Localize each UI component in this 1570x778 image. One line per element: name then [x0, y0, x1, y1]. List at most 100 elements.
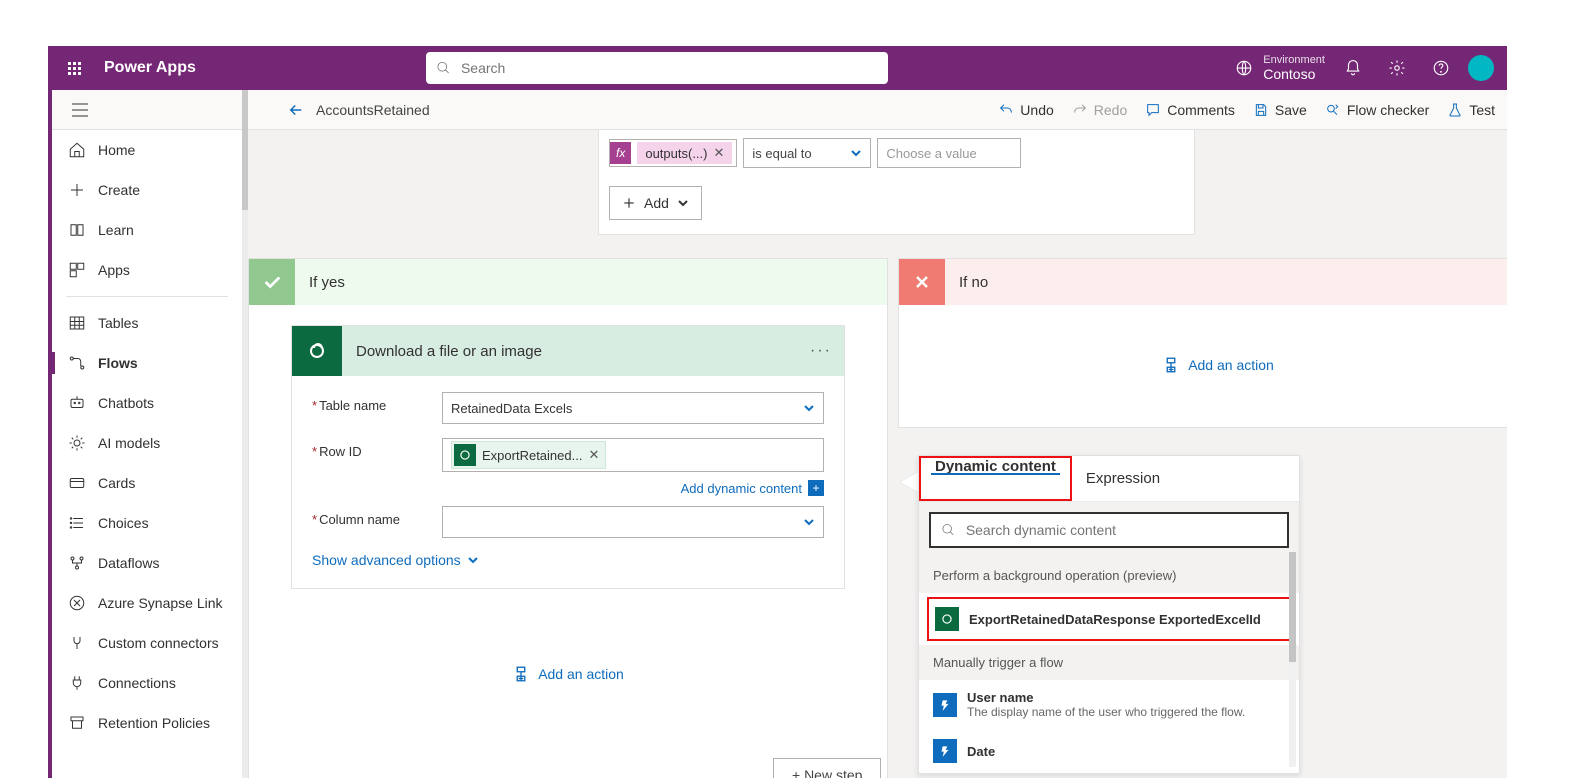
- dataverse-icon: [305, 339, 329, 363]
- condition-left-operand[interactable]: fx outputs(...) ✕: [609, 139, 737, 167]
- plus-badge-icon: +: [808, 480, 824, 496]
- sidebar-item-synapse[interactable]: Azure Synapse Link: [52, 583, 242, 623]
- help-button[interactable]: [1419, 46, 1463, 90]
- help-icon: [1432, 59, 1450, 77]
- condition-card: fx outputs(...) ✕ is equal to Choose a v…: [598, 130, 1195, 235]
- row-id-input[interactable]: ExportRetained... ✕: [442, 438, 824, 472]
- sidebar-item-choices[interactable]: Choices: [52, 503, 242, 543]
- dynamic-content-popout: Dynamic content Expression Perform a bac…: [918, 455, 1300, 774]
- test-button[interactable]: Test: [1447, 102, 1495, 118]
- sidebar-item-apps[interactable]: Apps: [52, 250, 242, 290]
- apps-icon: [68, 261, 86, 279]
- action-more-button[interactable]: ···: [810, 342, 832, 360]
- settings-button[interactable]: [1375, 46, 1419, 90]
- connector-icon: [68, 634, 86, 652]
- environment-value: Contoso: [1263, 66, 1325, 82]
- environment-picker[interactable]: Environment Contoso: [1235, 54, 1331, 82]
- fx-badge-icon: fx: [610, 142, 631, 164]
- chevron-down-icon: [677, 197, 689, 209]
- flow-checker-icon: [1325, 102, 1341, 118]
- sidebar-item-chatbots[interactable]: Chatbots: [52, 383, 242, 423]
- condition-add-button[interactable]: Add: [609, 186, 702, 220]
- sidebar-item-learn[interactable]: Learn: [52, 210, 242, 250]
- save-button[interactable]: Save: [1253, 102, 1307, 118]
- if-no-header[interactable]: If no: [899, 259, 1507, 305]
- tab-dynamic-content[interactable]: Dynamic content: [921, 458, 1070, 475]
- notifications-button[interactable]: [1331, 46, 1375, 90]
- table-name-select[interactable]: RetainedData Excels: [442, 392, 824, 424]
- dc-item-user-name[interactable]: User name The display name of the user w…: [919, 680, 1299, 729]
- plug-icon: [68, 674, 86, 692]
- sidebar-item-create[interactable]: Create: [52, 170, 242, 210]
- condition-operator-select[interactable]: is equal to: [743, 138, 871, 168]
- token-remove-icon[interactable]: ✕: [588, 447, 599, 463]
- tab-expression[interactable]: Expression: [1072, 456, 1174, 501]
- search-icon: [436, 60, 451, 76]
- sidebar-item-custom-connectors[interactable]: Custom connectors: [52, 623, 242, 663]
- add-action-icon: [1162, 356, 1180, 374]
- row-id-token[interactable]: ExportRetained... ✕: [451, 441, 606, 469]
- sidebar-item-home[interactable]: Home: [52, 130, 242, 170]
- redo-button[interactable]: Redo: [1072, 102, 1127, 118]
- ai-icon: [68, 434, 86, 452]
- chevron-down-icon: [850, 147, 862, 159]
- x-icon: [912, 272, 932, 292]
- if-yes-add-action-button[interactable]: Add an action: [249, 649, 887, 699]
- chip-remove-icon[interactable]: ✕: [713, 145, 724, 161]
- if-yes-branch: If yes Download a file or an image ··· *…: [248, 258, 888, 778]
- sidebar-item-flows[interactable]: Flows: [52, 343, 242, 383]
- add-dynamic-content-link[interactable]: Add dynamic content +: [442, 480, 824, 496]
- flow-icon: [68, 354, 86, 372]
- hamburger-button[interactable]: [64, 103, 96, 117]
- retention-icon: [68, 714, 86, 732]
- top-bar: Power Apps Environment Contoso: [52, 46, 1507, 90]
- home-icon: [68, 141, 86, 159]
- dc-item-exported-excel-id[interactable]: ExportRetainedDataResponse ExportedExcel…: [929, 599, 1289, 639]
- dc-item-date[interactable]: Date: [919, 729, 1299, 773]
- if-yes-header[interactable]: If yes: [249, 259, 887, 305]
- waffle-menu[interactable]: [52, 46, 96, 90]
- search-icon: [941, 522, 956, 538]
- save-icon: [1253, 102, 1269, 118]
- sidebar-item-tables[interactable]: Tables: [52, 303, 242, 343]
- sidebar-item-cards[interactable]: Cards: [52, 463, 242, 503]
- sidebar: Home Create Learn Apps Tables Flows Chat…: [52, 130, 242, 778]
- download-action-card: Download a file or an image ··· *Table n…: [291, 325, 845, 589]
- undo-button[interactable]: Undo: [998, 102, 1053, 118]
- chevron-down-icon: [803, 402, 815, 414]
- download-action-header[interactable]: Download a file or an image ···: [292, 326, 844, 376]
- flask-icon: [1447, 102, 1463, 118]
- back-arrow-icon: [287, 101, 305, 119]
- popout-scrollbar[interactable]: [1289, 552, 1296, 767]
- search-input[interactable]: [461, 60, 878, 76]
- dc-group-header: Manually trigger a flow: [919, 645, 1299, 680]
- column-name-label: Column name: [319, 512, 400, 527]
- back-button[interactable]: [276, 101, 316, 119]
- comments-button[interactable]: Comments: [1145, 102, 1235, 118]
- dynamic-content-search[interactable]: [929, 512, 1289, 548]
- dynamic-content-search-input[interactable]: [966, 522, 1277, 538]
- flow-checker-button[interactable]: Flow checker: [1325, 102, 1429, 118]
- if-no-branch: If no Add an action: [898, 258, 1507, 428]
- sidebar-item-dataflows[interactable]: Dataflows: [52, 543, 242, 583]
- new-step-button[interactable]: + New step: [773, 758, 881, 778]
- trigger-icon: [933, 739, 957, 763]
- table-name-label: Table name: [319, 398, 386, 413]
- table-icon: [68, 314, 86, 332]
- flow-name: AccountsRetained: [316, 102, 430, 118]
- fx-expression-chip[interactable]: outputs(...) ✕: [637, 142, 732, 164]
- card-icon: [68, 474, 86, 492]
- show-advanced-options-link[interactable]: Show advanced options: [312, 552, 824, 568]
- account-button[interactable]: [1463, 46, 1507, 90]
- sidebar-item-retention[interactable]: Retention Policies: [52, 703, 242, 743]
- column-name-select[interactable]: [442, 506, 824, 538]
- app-title: Power Apps: [96, 59, 196, 77]
- if-no-add-action-button[interactable]: Add an action: [899, 305, 1507, 425]
- sidebar-item-connections[interactable]: Connections: [52, 663, 242, 703]
- condition-value-input[interactable]: Choose a value: [877, 138, 1021, 168]
- global-search[interactable]: [426, 52, 888, 84]
- test-label: Test: [1469, 102, 1495, 118]
- check-icon: [261, 271, 283, 293]
- sidebar-item-ai-models[interactable]: AI models: [52, 423, 242, 463]
- flow-canvas: fx outputs(...) ✕ is equal to Choose a v…: [248, 130, 1507, 778]
